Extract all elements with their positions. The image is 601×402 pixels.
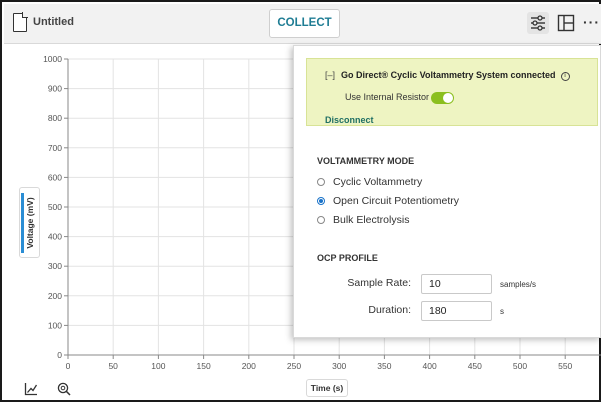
zoom-icon[interactable] [57,382,71,396]
ocp-profile-heading: OCP PROFILE [317,253,378,263]
sample-rate-unit: samples/s [500,280,537,289]
internal-resistor-label: Use Internal Resistor [345,92,430,102]
x-tick-label: 500 [513,361,527,371]
settings-panel: [–] Go Direct® Cyclic Voltammetry System … [293,45,601,338]
x-tick-label: 200 [242,361,256,371]
radio-icon[interactable] [317,216,325,224]
device-status-text: Go Direct® Cyclic Voltammetry System con… [341,70,556,80]
app-window: Untitled COLLECT ··· 0 100 200 300 400 500 600… [0,0,601,402]
y-tick-label: 1000 [43,54,62,64]
y-axis-selector[interactable]: Voltage (mV) [19,187,40,258]
y-tick-label: 900 [48,84,62,94]
y-tick-label: 300 [48,261,62,271]
x-tick-label: 150 [197,361,211,371]
radio-icon[interactable] [317,178,325,186]
graph-tools-icon[interactable] [24,382,38,396]
x-tick-label: 250 [287,361,301,371]
mode-option-ocp[interactable]: Open Circuit Potentiometry [317,195,459,207]
mode-option-cyclic[interactable]: Cyclic Voltammetry [317,176,422,188]
x-tick-label: 100 [151,361,165,371]
y-tick-label: 100 [48,320,62,330]
top-toolbar: Untitled COLLECT ··· [4,4,601,44]
document-icon[interactable] [13,12,28,32]
info-icon[interactable]: i [560,72,570,81]
x-axis-selector[interactable]: Time (s) [306,379,348,397]
y-tick-label: 0 [57,350,62,360]
x-tick-label: 450 [468,361,482,371]
internal-resistor-toggle[interactable] [431,92,454,104]
document-title[interactable]: Untitled [33,16,74,28]
sliders-icon[interactable] [527,12,549,34]
x-tick-label: 0 [66,361,71,371]
connection-status-box: [–] Go Direct® Cyclic Voltammetry System … [306,58,598,126]
y-axis-label: Voltage (mV) [24,196,35,249]
y-tick-label: 600 [48,172,62,182]
x-tick-label: 350 [377,361,391,371]
sample-rate-input[interactable]: 10 [421,274,492,294]
y-tick-label: 400 [48,232,62,242]
radio-selected-icon[interactable] [317,197,325,205]
y-tick-label: 500 [48,202,62,212]
more-options-icon[interactable]: ··· [583,13,601,35]
collect-button[interactable]: COLLECT [269,9,340,38]
voltammetry-mode-heading: VOLTAMMETRY MODE [317,156,415,166]
disconnect-link[interactable]: Disconnect [325,115,374,125]
series-color-bar [21,193,24,253]
toggle-knob [443,93,453,103]
y-tick-label: 200 [48,291,62,301]
duration-label: Duration: [368,304,411,316]
collapse-toggle[interactable]: [–] [325,70,335,80]
mode-option-bulk[interactable]: Bulk Electrolysis [317,214,409,226]
sample-rate-label: Sample Rate: [347,277,411,289]
duration-unit: s [500,307,504,316]
y-tick-label: 700 [48,143,62,153]
x-tick-label: 400 [423,361,437,371]
x-tick-label: 50 [108,361,118,371]
device-connection-line: [–] Go Direct® Cyclic Voltammetry System … [325,70,570,81]
panel-layout-icon[interactable] [555,12,577,34]
x-tick-label: 550 [558,361,572,371]
x-tick-label: 300 [332,361,346,371]
y-tick-label: 800 [48,113,62,123]
duration-input[interactable]: 180 [421,301,492,321]
